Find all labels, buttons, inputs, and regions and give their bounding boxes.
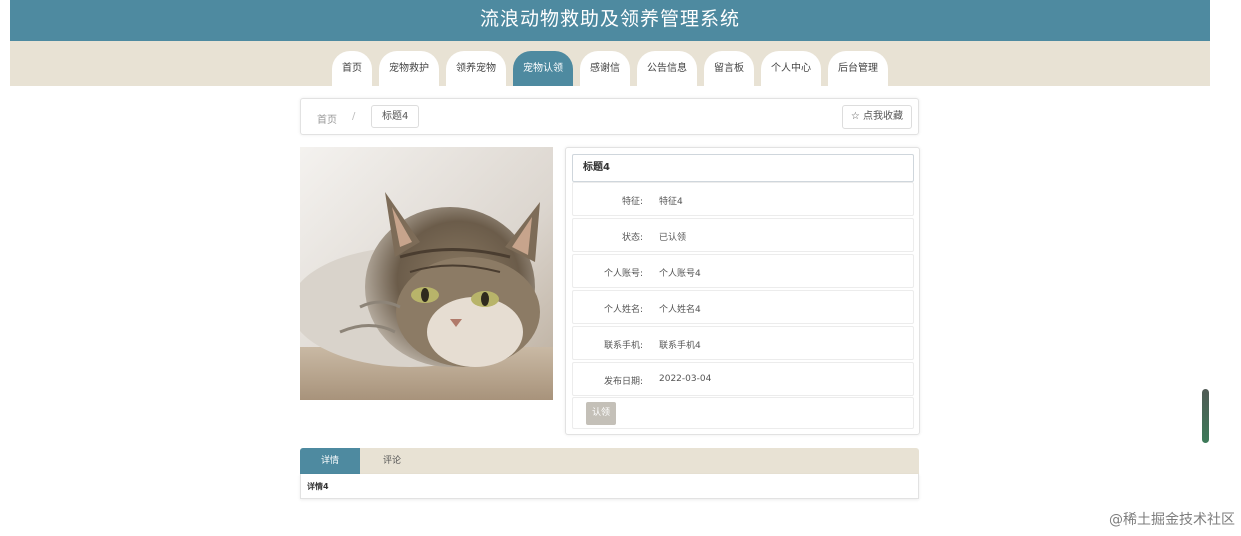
nav-tab-admin[interactable]: 后台管理 xyxy=(828,51,888,86)
nav-tab-pet-rescue[interactable]: 宠物救护 xyxy=(379,51,439,86)
info-label: 联系手机: xyxy=(603,341,643,351)
breadcrumb-home-link[interactable]: 首页 xyxy=(317,111,337,126)
adopt-button[interactable]: 认领 xyxy=(586,402,616,425)
nav-tab-thank-you-letters[interactable]: 感谢信 xyxy=(580,51,630,86)
main-nav: 首页 宠物救护 领养宠物 宠物认领 感谢信 公告信息 留言板 个人中心 后台管理 xyxy=(10,41,1210,86)
pet-info-panel: 标题4 特征: 特征4 状态: 已认领 个人账号: 个人账号4 个人姓名: 个人… xyxy=(565,147,920,435)
nav-tab-announcements[interactable]: 公告信息 xyxy=(637,51,697,86)
breadcrumb: 首页 / 标题4 ☆ 点我收藏 xyxy=(300,98,919,135)
detail-content: 详情4 xyxy=(300,474,919,499)
adopt-row: 认领 xyxy=(572,397,914,429)
info-value: 个人姓名4 xyxy=(659,305,701,315)
breadcrumb-separator: / xyxy=(352,111,356,122)
cat-photo-illustration xyxy=(300,147,553,400)
tab-details[interactable]: 详情 xyxy=(300,448,360,474)
nav-tab-home[interactable]: 首页 xyxy=(332,51,372,86)
site-title: 流浪动物救助及领养管理系统 xyxy=(479,8,740,30)
detail-tabs: 详情 评论 xyxy=(300,448,919,474)
nav-tab-message-board[interactable]: 留言板 xyxy=(704,51,754,86)
info-label: 特征: xyxy=(621,197,643,207)
info-value: 特征4 xyxy=(659,197,683,207)
info-row-name: 个人姓名: 个人姓名4 xyxy=(572,290,914,324)
tab-comments[interactable]: 评论 xyxy=(362,448,422,474)
info-value: 2022-03-04 xyxy=(659,374,712,384)
breadcrumb-current: 标题4 xyxy=(371,105,420,128)
info-value: 已认领 xyxy=(659,233,687,243)
info-value: 个人账号4 xyxy=(659,269,701,279)
detail-text: 详情4 xyxy=(307,482,329,491)
info-label: 发布日期: xyxy=(603,377,643,387)
info-row-feature: 特征: 特征4 xyxy=(572,182,914,216)
info-row-status: 状态: 已认领 xyxy=(572,218,914,252)
info-label: 状态: xyxy=(621,233,643,243)
nav-tab-pet-claim[interactable]: 宠物认领 xyxy=(513,51,573,86)
info-row-publish-date: 发布日期: 2022-03-04 xyxy=(572,362,914,396)
info-label: 个人账号: xyxy=(603,269,643,279)
info-row-account: 个人账号: 个人账号4 xyxy=(572,254,914,288)
pet-photo xyxy=(300,147,553,400)
info-row-phone: 联系手机: 联系手机4 xyxy=(572,326,914,360)
site-header: 流浪动物救助及领养管理系统 xyxy=(10,0,1210,41)
scrollbar-thumb[interactable] xyxy=(1202,389,1209,443)
favorite-button[interactable]: ☆ 点我收藏 xyxy=(841,105,912,129)
nav-tab-adopt-pet[interactable]: 领养宠物 xyxy=(446,51,506,86)
nav-tab-personal-center[interactable]: 个人中心 xyxy=(761,51,821,86)
info-label: 个人姓名: xyxy=(603,305,643,315)
watermark: @稀土掘金技术社区 xyxy=(1109,512,1235,528)
info-value: 联系手机4 xyxy=(659,341,701,351)
pet-title: 标题4 xyxy=(572,154,914,182)
favorite-button-label: ☆ 点我收藏 xyxy=(850,111,903,122)
